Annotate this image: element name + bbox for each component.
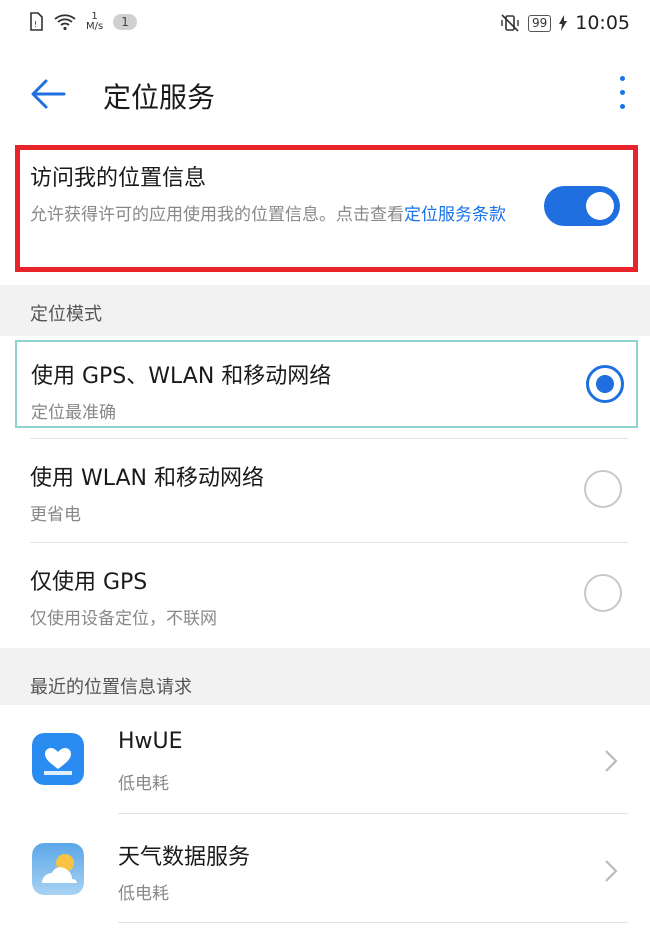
- more-dot-icon: [619, 90, 625, 95]
- mode-option-gps-only[interactable]: 仅使用 GPS 仅使用设备定位，不联网: [0, 544, 650, 648]
- svg-text:!: !: [34, 20, 37, 29]
- mode-option-label: 仅使用 GPS: [30, 570, 148, 595]
- recent-requests-list: HwUE 低电耗 天气数据服务 低电耗: [0, 705, 650, 949]
- mode-option-wlan-mobile[interactable]: 使用 WLAN 和移动网络 更省电: [0, 440, 650, 544]
- status-bar-left: ! 1 M/s 1: [28, 12, 137, 32]
- access-location-title: 访问我的位置信息: [30, 166, 207, 191]
- mode-option-label: 使用 WLAN 和移动网络: [30, 466, 265, 491]
- mode-option-gps-wlan-mobile[interactable]: 使用 GPS、WLAN 和移动网络 定位最准确: [15, 340, 638, 428]
- app-power-usage: 低电耗: [118, 774, 169, 794]
- charging-icon: [559, 15, 568, 31]
- back-button[interactable]: [28, 74, 68, 114]
- mode-option-label: 使用 GPS、WLAN 和移动网络: [31, 364, 332, 389]
- access-location-description-text: 允许获得许可的应用使用我的位置信息。点击查看: [30, 205, 404, 225]
- status-bar-right: 99 10:05: [500, 12, 630, 34]
- radio-unselected-icon[interactable]: [584, 470, 622, 508]
- radio-unselected-icon[interactable]: [584, 574, 622, 612]
- app-power-usage: 低电耗: [118, 884, 169, 904]
- network-speed: 1 M/s: [86, 12, 103, 32]
- recent-request-item-hwue[interactable]: HwUE 低电耗: [0, 705, 650, 813]
- weather-app-icon: [32, 843, 84, 895]
- more-dot-icon: [619, 104, 625, 109]
- location-service-terms-link[interactable]: 定位服务条款: [404, 205, 506, 225]
- vibrate-off-icon: [501, 14, 519, 32]
- access-location-description: 允许获得许可的应用使用我的位置信息。点击查看定位服务条款: [30, 200, 520, 230]
- app-name: 天气数据服务: [118, 845, 251, 870]
- radio-selected-icon[interactable]: [586, 365, 624, 403]
- sim-card-icon: !: [30, 12, 43, 31]
- page-title: 定位服务: [103, 81, 216, 114]
- location-mode-header: 定位模式: [30, 304, 102, 325]
- recent-requests-header: 最近的位置信息请求: [30, 677, 192, 698]
- app-bar: 定位服务: [0, 50, 650, 135]
- recent-request-item-weather[interactable]: 天气数据服务 低电耗: [0, 815, 650, 923]
- mode-option-sub: 仅使用设备定位，不联网: [30, 609, 217, 629]
- divider: [30, 438, 628, 439]
- toggle-knob: [586, 192, 614, 220]
- wifi-icon: [54, 14, 76, 31]
- app-name: HwUE: [118, 729, 183, 754]
- location-mode-list: 使用 GPS、WLAN 和移动网络 定位最准确 使用 WLAN 和移动网络 更省…: [0, 336, 650, 648]
- battery-indicator: 99: [527, 14, 552, 32]
- more-options-button[interactable]: [616, 76, 628, 116]
- divider: [118, 813, 628, 814]
- mode-option-sub: 更省电: [30, 505, 81, 525]
- chevron-right-icon: [605, 860, 618, 882]
- divider: [118, 922, 628, 923]
- arrow-left-icon: [31, 79, 66, 109]
- more-dot-icon: [619, 76, 625, 81]
- status-bar: ! 1 M/s 1 99 10:05: [0, 0, 650, 50]
- access-location-toggle[interactable]: [544, 186, 620, 226]
- divider: [30, 542, 628, 543]
- hwue-app-icon: [32, 733, 84, 785]
- mode-option-sub: 定位最准确: [31, 403, 116, 423]
- notification-count-badge: 1: [113, 14, 137, 30]
- clock: 10:05: [575, 12, 630, 34]
- network-speed-unit: M/s: [86, 21, 104, 32]
- chevron-right-icon: [605, 750, 618, 772]
